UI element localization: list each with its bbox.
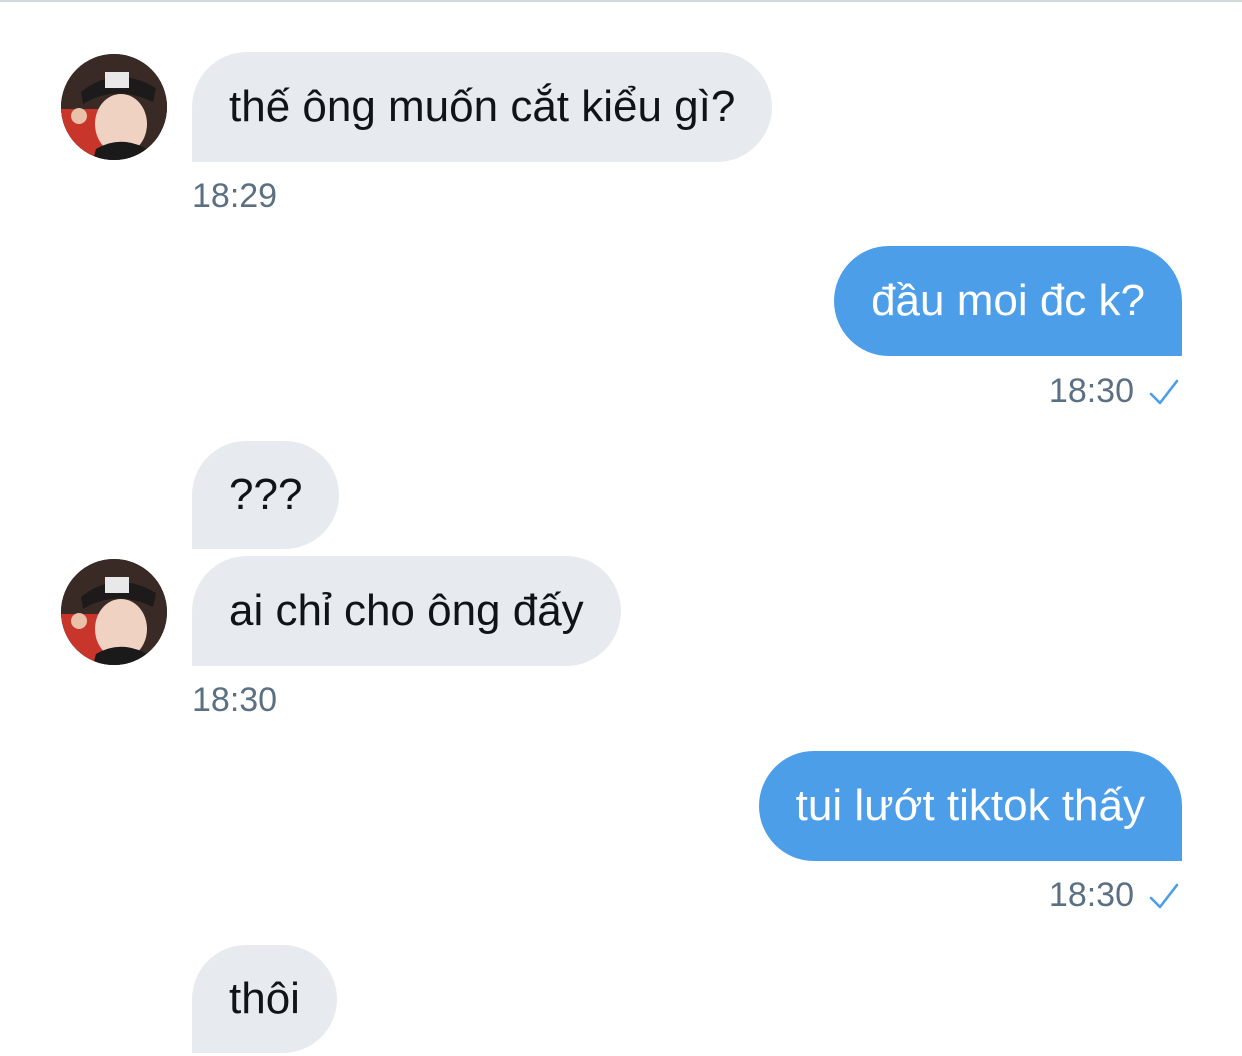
message-timestamp: 18:30 — [1048, 372, 1134, 410]
check-icon — [1149, 379, 1179, 405]
message-timestamp: 18:30 — [192, 681, 278, 719]
incoming-message-bubble[interactable]: ??? — [192, 441, 340, 549]
outgoing-message-bubble[interactable]: tui lướt tiktok thấy — [758, 751, 1182, 861]
message-text: thế ông muốn cắt kiểu gì? — [229, 82, 736, 131]
message-text: đầu moi đc k? — [871, 276, 1145, 325]
message-text: thôi — [229, 974, 300, 1023]
message-timestamp: 18:29 — [192, 177, 278, 215]
top-divider — [0, 0, 1242, 2]
message-timestamp: 18:30 — [1048, 876, 1134, 914]
message-text: tui lướt tiktok thấy — [795, 781, 1145, 830]
incoming-message-bubble[interactable]: thế ông muốn cắt kiểu gì? — [192, 52, 773, 162]
message-text: ??? — [229, 470, 303, 519]
contact-avatar[interactable] — [61, 54, 167, 160]
contact-avatar[interactable] — [61, 559, 167, 665]
message-text: ai chỉ cho ông đấy — [229, 586, 584, 635]
outgoing-message-bubble[interactable]: đầu moi đc k? — [834, 246, 1182, 356]
incoming-message-bubble[interactable]: ai chỉ cho ông đấy — [192, 556, 621, 666]
check-icon — [1149, 883, 1179, 909]
incoming-message-bubble[interactable]: thôi — [192, 945, 337, 1053]
